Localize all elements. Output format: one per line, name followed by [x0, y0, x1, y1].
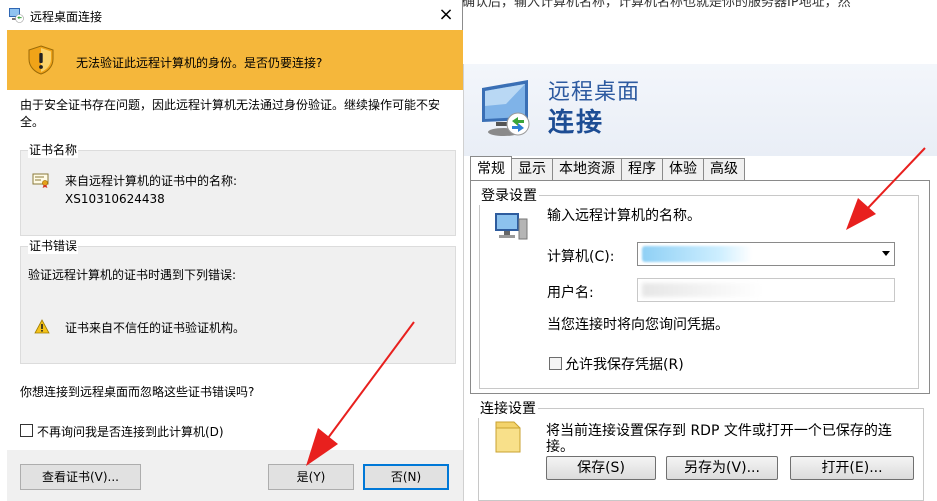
tab-local-resources[interactable]: 本地资源: [552, 158, 622, 180]
redacted-username: [642, 283, 762, 297]
dont-ask-again-label[interactable]: 不再询问我是否连接到此计算机(D): [37, 423, 224, 440]
tab-programs[interactable]: 程序: [621, 158, 663, 180]
computer-label: 计算机(C):: [547, 249, 615, 265]
computer-combobox[interactable]: [637, 242, 895, 266]
cert-name-label: 来自远程计算机的证书中的名称:: [65, 174, 238, 188]
save-button[interactable]: 保存(S): [546, 456, 656, 480]
connection-settings-legend: 连接设置: [478, 398, 538, 418]
yes-button[interactable]: 是(Y): [268, 464, 354, 490]
security-warning-dialog: 远程桌面连接 × 无法验证此远程计算机的身份。是否仍要连接? 由于安全证书存在问…: [0, 0, 463, 501]
save-as-button[interactable]: 另存为(V)...: [666, 456, 778, 480]
tab-general[interactable]: 常规: [470, 156, 512, 180]
warning-triangle-icon: [34, 319, 50, 334]
tab-experience[interactable]: 体验: [662, 158, 704, 180]
open-button[interactable]: 打开(E)...: [790, 456, 914, 480]
tab-advanced[interactable]: 高级: [703, 158, 745, 180]
rdp-title-line2: 连接: [548, 108, 605, 138]
allow-save-credentials-label: 允许我保存凭据(R): [565, 357, 684, 373]
dialog-body: 由于安全证书存在问题，因此远程计算机无法通过身份验证。继续操作可能不安全。 证书…: [7, 90, 463, 501]
connection-settings-panel: 连接设置 将当前连接设置保存到 RDP 文件或打开一个已保存的连 接。 保存(S…: [470, 398, 930, 501]
cert-errors-legend: 证书错误: [28, 238, 79, 254]
username-label: 用户名:: [547, 285, 594, 301]
article-line: 确认后，输入计算机名称，计算机名称也就是你的服务器IP地址，然: [462, 0, 851, 10]
dialog-titlebar: 远程桌面连接 ×: [0, 0, 462, 30]
cert-name-legend: 证书名称: [28, 142, 79, 158]
dialog-footer: 查看证书(V)... 是(Y) 否(N): [7, 450, 463, 501]
security-message: 由于安全证书存在问题，因此远程计算机无法通过身份验证。继续操作可能不安全。: [20, 98, 441, 129]
no-button[interactable]: 否(N): [363, 464, 449, 490]
cert-errors-intro: 验证远程计算机的证书时遇到下列错误:: [28, 268, 237, 282]
redacted-computer-name: [642, 246, 752, 262]
dialog-title: 远程桌面连接: [30, 10, 103, 24]
ignore-errors-question: 你想连接到远程桌面而忽略这些证书错误吗?: [20, 385, 255, 399]
cert-errors-section: 证书错误 验证远程计算机的证书时遇到下列错误: 证书来自不信任的证书验证机构。: [20, 238, 456, 364]
computer-icon: [495, 213, 528, 240]
certificate-icon: [32, 173, 49, 188]
article-text: 确认后，输入计算机名称，计算机名称也就是你的服务器IP地址，然: [462, 0, 937, 14]
rdp-client-window: 远程桌面 连接 常规 显示 本地资源 程序 体验 高级 登录设置 输入远程计算机…: [463, 64, 937, 501]
allow-save-credentials-checkbox[interactable]: [549, 357, 562, 370]
dont-ask-again-checkbox[interactable]: [20, 424, 33, 437]
rdp-header: 远程桌面 连接: [464, 64, 937, 156]
warning-banner: 无法验证此远程计算机的身份。是否仍要连接?: [7, 30, 463, 90]
shield-warning-icon: [28, 45, 54, 75]
cert-error-untrusted: 证书来自不信任的证书验证机构。: [65, 321, 246, 335]
cert-name-section: 证书名称 来自远程计算机的证书中的名称: XS10310624438: [20, 142, 456, 236]
rdp-tabs: 常规 显示 本地资源 程序 体验 高级: [470, 156, 745, 180]
remote-desktop-logo-icon: [482, 80, 530, 136]
login-settings-legend: 登录设置: [479, 185, 539, 205]
connection-text-line2: 接。: [546, 439, 574, 455]
credentials-note: 当您连接时将向您询问凭据。: [547, 317, 729, 333]
warning-text: 无法验证此远程计算机的身份。是否仍要连接?: [76, 56, 323, 70]
computer-name-prompt: 输入远程计算机的名称。: [547, 208, 701, 224]
folder-icon: [495, 421, 521, 453]
view-certificate-button[interactable]: 查看证书(V)...: [20, 464, 141, 490]
remote-desktop-app-icon: [9, 8, 24, 23]
cert-name-value: XS10310624438: [65, 192, 165, 206]
close-button[interactable]: ×: [432, 2, 460, 28]
general-tab-panel: 登录设置 输入远程计算机的名称。 计算机(C): 用户名: 当您连接时将向您询问…: [470, 180, 930, 394]
chevron-down-icon[interactable]: [882, 251, 890, 256]
username-field[interactable]: [637, 278, 895, 302]
tab-display[interactable]: 显示: [511, 158, 553, 180]
connection-text-line1: 将当前连接设置保存到 RDP 文件或打开一个已保存的连: [546, 423, 892, 439]
